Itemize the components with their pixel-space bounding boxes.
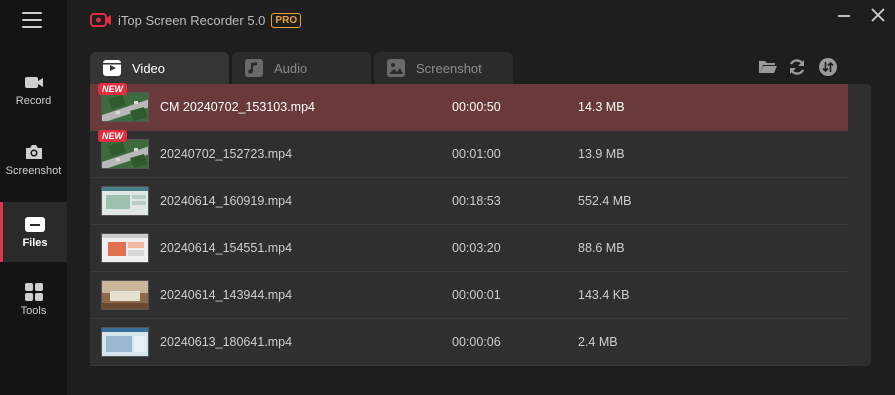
tab-video[interactable]: Video <box>90 52 229 84</box>
video-thumbnail <box>101 327 149 357</box>
tab-label: Screenshot <box>416 60 482 76</box>
file-row[interactable]: 20240614_160919.mp4 00:18:53 552.4 MB <box>90 178 848 225</box>
close-icon[interactable] <box>869 6 887 24</box>
video-thumbnail <box>101 280 149 310</box>
sidebar-item-record[interactable]: Record <box>0 72 67 132</box>
grid-icon <box>24 283 43 301</box>
new-badge: NEW <box>98 83 127 95</box>
file-duration: 00:18:53 <box>452 194 501 208</box>
file-size: 143.4 KB <box>578 288 630 302</box>
file-size: 14.3 MB <box>578 100 625 114</box>
file-list: NEW CM 20240702_153103.mp4 00:00:50 14.3… <box>90 83 871 366</box>
pro-badge: PRO <box>271 12 302 28</box>
camera-icon <box>24 77 43 88</box>
tab-label: Audio <box>274 60 308 76</box>
file-duration: 00:01:00 <box>452 147 501 161</box>
sidebar-item-label: Files <box>22 237 48 249</box>
sidebar-item-label: Screenshot <box>5 165 62 177</box>
file-row[interactable]: 20240614_154551.mp4 00:03:20 88.6 MB <box>90 225 848 272</box>
file-row[interactable]: 20240614_143944.mp4 00:00:01 143.4 KB <box>90 272 848 319</box>
music-note-icon <box>245 59 263 77</box>
file-duration: 00:00:01 <box>452 288 501 302</box>
file-size: 13.9 MB <box>578 147 625 161</box>
file-name: 20240614_143944.mp4 <box>160 288 293 302</box>
file-duration: 00:03:20 <box>452 241 501 255</box>
file-name: 20240702_152723.mp4 <box>160 147 293 161</box>
open-folder-icon[interactable] <box>758 57 778 77</box>
folder-icon <box>25 217 45 232</box>
video-thumbnail <box>101 186 149 216</box>
camera-photo-icon <box>25 145 42 159</box>
file-row[interactable]: NEW CM 20240702_153103.mp4 00:00:50 14.3… <box>90 83 848 131</box>
sidebar: Record Screenshot Files Tools <box>0 0 67 395</box>
tab-label: Video <box>132 60 166 76</box>
file-name: CM 20240702_153103.mp4 <box>160 100 315 114</box>
sidebar-item-screenshot[interactable]: Screenshot <box>0 142 67 202</box>
app-title: iTop Screen Recorder 5.0 <box>118 12 266 28</box>
sidebar-item-label: Record <box>15 95 52 107</box>
title-bar: iTop Screen Recorder 5.0 PRO <box>90 10 302 30</box>
file-row[interactable]: NEW 20240702_152723.mp4 00:01:00 13.9 MB <box>90 130 848 178</box>
file-size: 552.4 MB <box>578 194 632 208</box>
sidebar-item-tools[interactable]: Tools <box>0 282 67 342</box>
tab-audio[interactable]: Audio <box>232 52 371 84</box>
file-duration: 00:00:06 <box>452 335 501 349</box>
minimize-button[interactable] <box>838 9 852 23</box>
file-row[interactable]: 20240613_180641.mp4 00:00:06 2.4 MB <box>90 319 848 366</box>
file-name: 20240614_154551.mp4 <box>160 241 293 255</box>
app-logo-icon <box>90 13 111 27</box>
video-thumbnail <box>101 139 149 169</box>
sidebar-item-label: Tools <box>20 305 47 317</box>
new-badge: NEW <box>98 130 127 142</box>
image-icon <box>387 59 405 77</box>
file-size: 88.6 MB <box>578 241 625 255</box>
sort-icon[interactable] <box>818 57 838 77</box>
video-thumbnail <box>101 233 149 263</box>
menu-icon[interactable] <box>22 12 42 30</box>
video-thumbnail <box>101 92 149 122</box>
sidebar-item-files[interactable]: Files <box>0 202 67 262</box>
video-clapper-icon <box>103 60 121 76</box>
file-name: 20240614_160919.mp4 <box>160 194 293 208</box>
file-duration: 00:00:50 <box>452 100 501 114</box>
tab-screenshot[interactable]: Screenshot <box>374 52 513 84</box>
file-name: 20240613_180641.mp4 <box>160 335 293 349</box>
refresh-icon[interactable] <box>787 57 807 77</box>
file-size: 2.4 MB <box>578 335 618 349</box>
